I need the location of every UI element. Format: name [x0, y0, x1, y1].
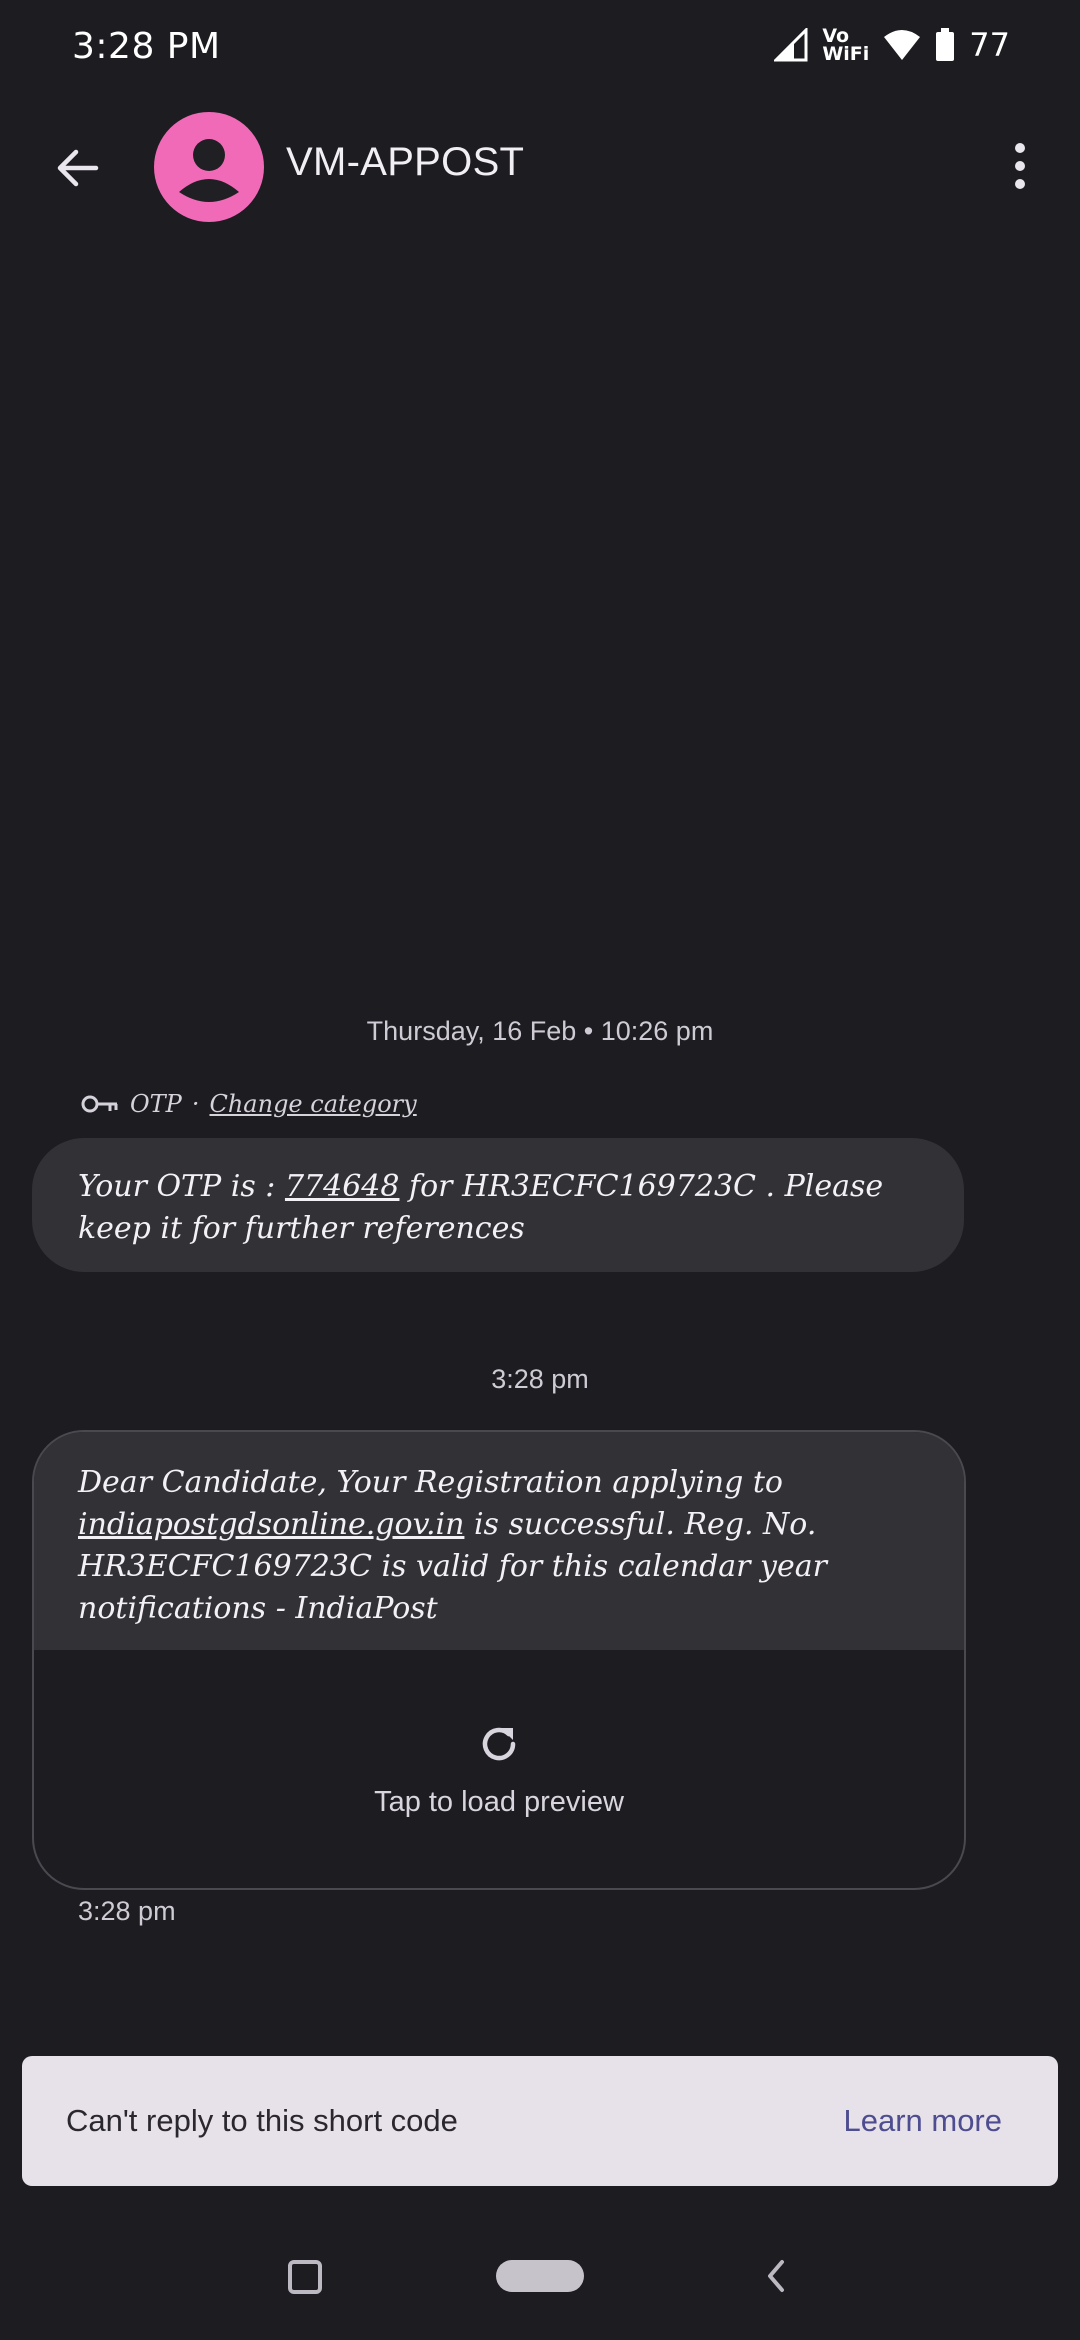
person-icon [179, 139, 239, 202]
vowifi-bottom: WiFi [822, 43, 870, 65]
avatar[interactable] [154, 112, 264, 222]
home-button[interactable] [496, 2260, 584, 2292]
message-category: OTP · Change category [80, 1090, 417, 1118]
learn-more-link[interactable]: Learn more [843, 2103, 1002, 2139]
banner-text: Can't reply to this short code [66, 2103, 458, 2138]
preview-label: Tap to load preview [374, 1785, 624, 1818]
category-separator: · [191, 1090, 200, 1118]
wifi-icon [884, 30, 921, 60]
battery-level: 77 [969, 26, 1010, 64]
category-label: OTP [130, 1090, 182, 1118]
registration-text-a: Dear Candidate, Your Registration applyi… [78, 1465, 783, 1500]
key-icon [81, 1095, 118, 1113]
time-header: 3:28 pm [491, 1364, 589, 1394]
status-icons: Vo WiFi 77 [774, 26, 1010, 64]
nav-back-icon[interactable] [760, 2256, 790, 2296]
more-options-icon[interactable] [1006, 140, 1034, 196]
otp-message-prefix: Your OTP is : [78, 1169, 285, 1204]
message-bubble-otp[interactable]: Your OTP is : 774648 for HR3ECFC169723C … [32, 1138, 964, 1272]
message-timestamp: 3:28 pm [78, 1896, 176, 1926]
message-bubble-registration[interactable]: Dear Candidate, Your Registration applyi… [32, 1430, 966, 1890]
conversation-title[interactable]: VM-APPOST [286, 140, 524, 185]
vowifi-indicator: Vo WiFi [822, 27, 870, 65]
battery-icon [936, 28, 955, 61]
signal-icon [774, 28, 808, 62]
date-header: Thursday, 16 Feb • 10:26 pm [366, 1016, 714, 1046]
short-code-banner: Can't reply to this short code Learn mor… [22, 2056, 1058, 2186]
back-arrow-icon[interactable] [50, 140, 106, 196]
registration-link[interactable]: indiapostgdsonline.gov.in [78, 1507, 464, 1542]
refresh-icon [482, 1727, 516, 1760]
change-category-link[interactable]: Change category [209, 1090, 416, 1118]
recents-button[interactable] [288, 2260, 322, 2294]
registration-message-text: Dear Candidate, Your Registration applyi… [34, 1432, 964, 1650]
status-time: 3:28 PM [72, 26, 221, 67]
otp-code[interactable]: 774648 [285, 1169, 400, 1204]
link-preview[interactable]: Tap to load preview [34, 1650, 964, 1888]
